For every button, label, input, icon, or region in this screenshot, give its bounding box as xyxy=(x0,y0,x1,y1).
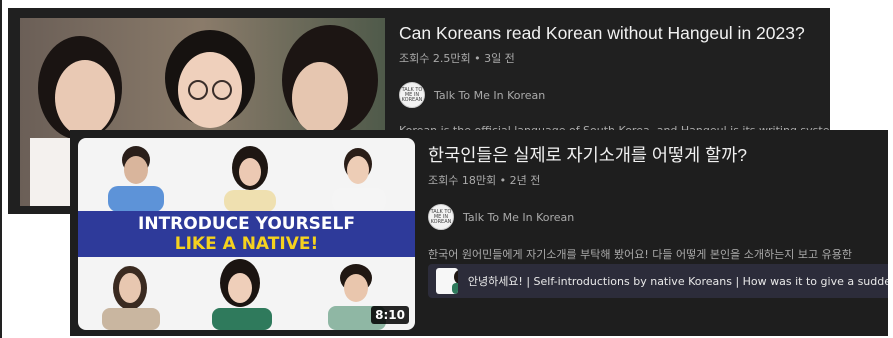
banner-line-1: INTRODUCE YOURSELF xyxy=(138,214,355,234)
video-info-2: 한국인들은 실제로 자기소개를 어떻게 할까? 조회수 18만회 • 2년 전 … xyxy=(428,144,888,262)
banner-line-2: LIKE A NATIVE! xyxy=(174,234,319,254)
window-edge xyxy=(0,0,2,338)
video-meta-2: 조회수 18만회 • 2년 전 xyxy=(428,174,541,187)
chapter-preview[interactable]: 안녕하세요! | Self-introductions by native Ko… xyxy=(428,264,888,298)
channel-row-1[interactable]: TALK TO ME IN KOREAN Talk To Me In Korea… xyxy=(399,82,829,108)
chapter-thumbnail xyxy=(436,268,458,294)
channel-name-1[interactable]: Talk To Me In Korean xyxy=(434,89,545,102)
video-description-2: 한국어 원어민들에게 자기소개를 부탁해 봤어요! 다들 어떻게 본인을 소개하… xyxy=(428,248,852,261)
video-info-1: Can Koreans read Korean without Hangeul … xyxy=(399,22,830,137)
thumbnail-banner: INTRODUCE YOURSELF LIKE A NATIVE! xyxy=(78,211,415,257)
channel-row-2[interactable]: TALK TO ME IN KOREAN Talk To Me In Korea… xyxy=(428,204,888,230)
video-title-2[interactable]: 한국인들은 실제로 자기소개를 어떻게 할까? xyxy=(428,144,888,166)
channel-name-2[interactable]: Talk To Me In Korean xyxy=(463,211,574,224)
video-thumbnail-2[interactable]: INTRODUCE YOURSELF LIKE A NATIVE! 8:10 xyxy=(78,138,415,330)
video-meta-1: 조회수 2.5만회 • 3일 전 xyxy=(399,52,515,65)
channel-avatar-icon[interactable]: TALK TO ME IN KOREAN xyxy=(428,204,454,230)
chapter-text: 안녕하세요! | Self-introductions by native Ko… xyxy=(467,275,888,288)
video-result-2[interactable]: INTRODUCE YOURSELF LIKE A NATIVE! 8:10 한… xyxy=(70,130,888,336)
video-title-1[interactable]: Can Koreans read Korean without Hangeul … xyxy=(399,22,829,44)
duration-badge: 8:10 xyxy=(371,306,409,324)
channel-avatar-icon[interactable]: TALK TO ME IN KOREAN xyxy=(399,82,425,108)
